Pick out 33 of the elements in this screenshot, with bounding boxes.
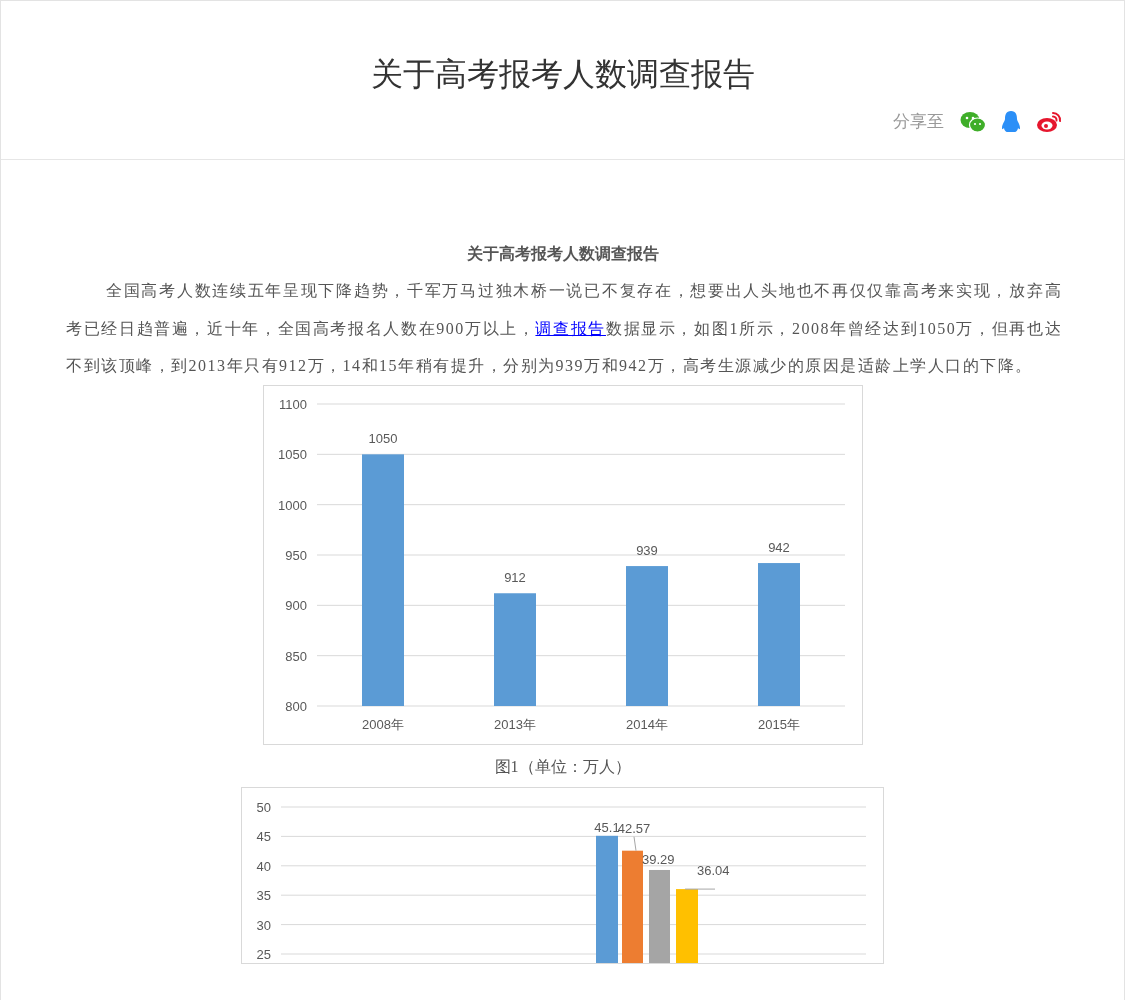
value-label: 42.57: [617, 820, 651, 836]
value-label: 1050: [368, 431, 397, 447]
axis-label: 1100: [278, 397, 307, 413]
value-label: 942: [767, 540, 790, 556]
figure-caption: 图1（单位：万人）: [493, 757, 632, 778]
axis-label: 50: [256, 800, 271, 816]
axis-label: 35: [256, 888, 271, 904]
axis-label: 40: [256, 858, 271, 874]
category-label: 2014年: [625, 717, 668, 733]
value-label: 912: [503, 570, 526, 586]
leader-line: [684, 888, 716, 890]
axis-label: 850: [284, 648, 307, 664]
axis-label: 900: [284, 598, 307, 614]
category-label: 2013年: [493, 717, 536, 733]
page-title: 关于高考报考人数调查报告: [369, 55, 756, 94]
value-label: 36.04: [697, 863, 730, 879]
axis-label: 25: [256, 947, 271, 963]
value-label: 939: [635, 543, 658, 559]
category-label: 2008年: [361, 717, 404, 733]
value-label: 45.1: [594, 819, 620, 835]
axis-label: 800: [284, 699, 307, 715]
axis-label: 45: [256, 829, 271, 845]
leader-line: [633, 836, 637, 852]
axis-label: 950: [284, 548, 307, 564]
article-paragraph: 全国高考人数连续五年呈现下降趋势，千军万马过独木桥一说已不复存在，想要出人头地也不再仅仅靠高考来实现，放弃高考已经日趋普遍，近十年，全国高考报名人数在900万以上，调查报告数据显示，如图1所示，2008年曾经达到1050万，但再也达不到该顶峰，到2013年只有912万，14和15年稍有提升，分别为939万和942万，高考生源减少的原因是适龄上学人口的下降。: [66, 281, 1062, 377]
category-label: 2015年: [757, 717, 800, 733]
axis-label: 1050: [277, 447, 307, 463]
article-title: 关于高考报考人数调查报告: [465, 244, 660, 264]
axis-label: 30: [256, 917, 271, 933]
penguin-icon[interactable]: [1000, 109, 1022, 134]
axis-label: 1000: [277, 497, 307, 513]
share-label: 分享至: [893, 111, 944, 133]
report-link[interactable]: 调查报告: [535, 319, 606, 337]
